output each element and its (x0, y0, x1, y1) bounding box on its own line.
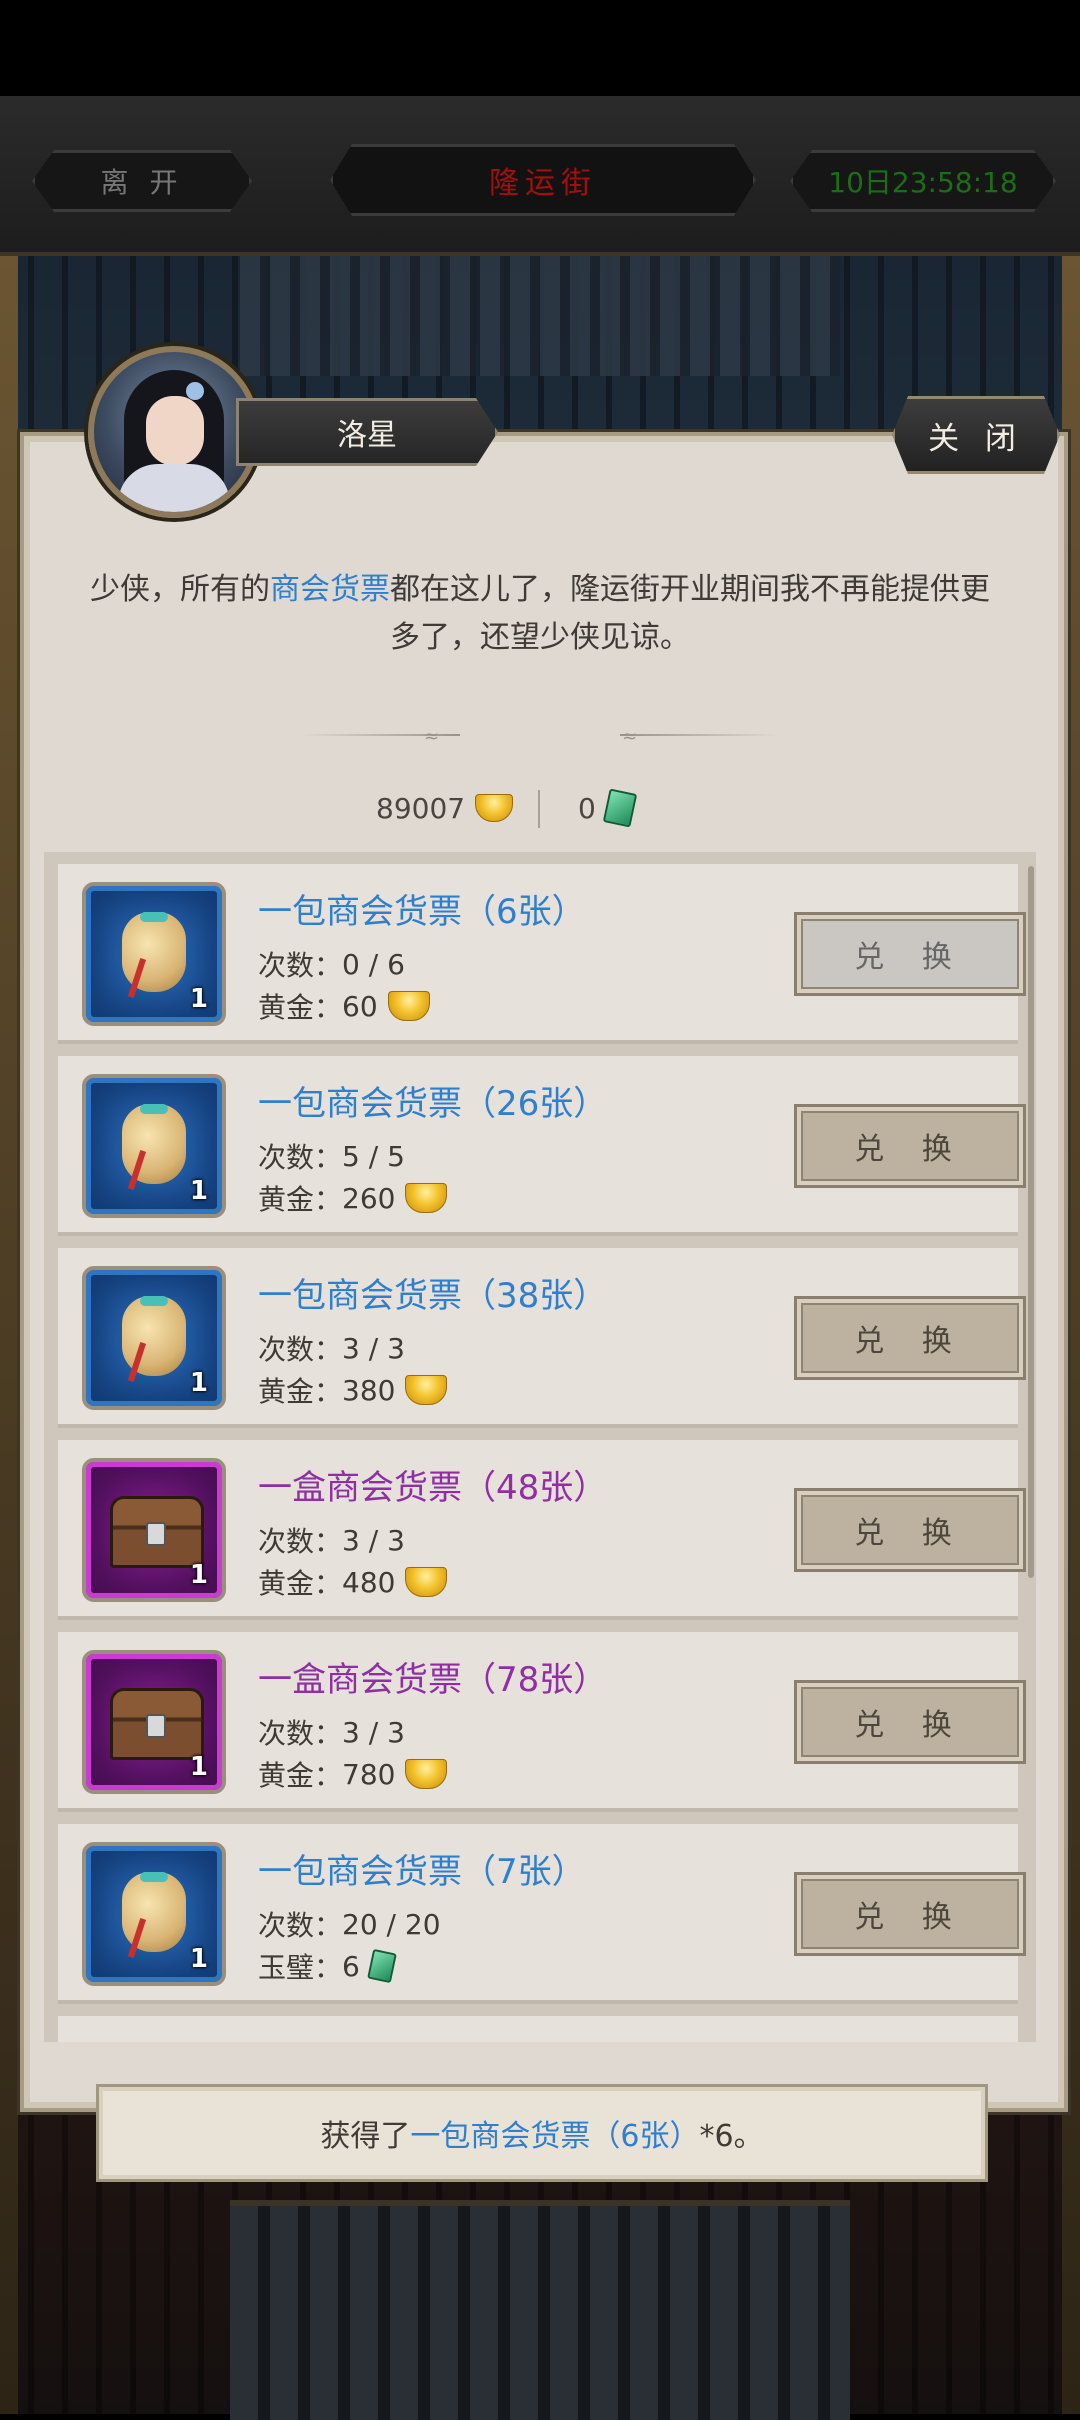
jade-balance: 0 (578, 786, 638, 830)
palace-door (230, 2200, 850, 2420)
currency-separator (538, 790, 540, 828)
item-quantity: 1 (189, 984, 208, 1014)
list-item: 1 一包商会货票（38张） 次数： 3 / 3 黄金： 380 兑 换 (58, 1248, 1026, 1428)
gold-ingot-icon (387, 991, 430, 1021)
item-cost: 黄金： 260 (258, 1178, 448, 1218)
list-item: 1 一包商会货票（26张） 次数： 5 / 5 黄金： 260 兑 换 (58, 1056, 1026, 1236)
gold-ingot-icon (475, 794, 514, 822)
exchange-button[interactable]: 兑 换 (794, 1680, 1026, 1764)
leave-button[interactable]: 离 开 (32, 150, 252, 212)
exchange-button[interactable]: 兑 换 (794, 912, 1026, 996)
close-button[interactable]: 关 闭 (892, 396, 1060, 474)
money-bag-icon (122, 1296, 186, 1376)
divider-swirl-right: ≈ (622, 726, 638, 747)
item-cost: 黄金： 780 (258, 1754, 448, 1794)
item-count: 次数： 3 / 3 (258, 1523, 405, 1559)
list-scrollbar[interactable] (1028, 866, 1034, 1578)
location-title: 隆运街 (330, 144, 756, 216)
item-title: 一盒商会货票（48张） (258, 1468, 608, 1508)
divider-right (620, 734, 780, 736)
item-cost: 玉璧： 6 (258, 1946, 397, 1986)
item-quantity: 1 (189, 1752, 208, 1782)
item-quantity: 1 (189, 1560, 208, 1590)
money-bag-icon (122, 1872, 186, 1952)
gold-ingot-icon (405, 1759, 448, 1789)
item-icon-frame[interactable]: 1 (82, 882, 226, 1026)
list-item: 1 一包商会货票（6张） 次数： 0 / 6 黄金： 60 兑 换 (58, 864, 1026, 1044)
jade-icon (602, 788, 638, 828)
item-count: 次数： 3 / 3 (258, 1331, 405, 1367)
palace-roof (240, 256, 840, 376)
item-icon-frame[interactable]: 1 (82, 1074, 226, 1218)
item-quantity: 1 (189, 1368, 208, 1398)
item-icon-frame[interactable]: 1 (82, 1650, 226, 1794)
item-title: 一包商会货票（6张） (258, 892, 586, 932)
npc-avatar (88, 346, 260, 518)
item-icon-frame[interactable]: 1 (82, 1266, 226, 1410)
list-item: 1 一包商会货票（7张） 次数： 20 / 20 玉璧： 6 兑 换 (58, 1824, 1026, 2004)
currency-highlight: 商会货票 (270, 572, 390, 607)
toast-item-name: 一包商会货票（6张） (410, 2119, 700, 2154)
item-quantity: 1 (189, 1176, 208, 1206)
exchange-button[interactable]: 兑 换 (794, 1296, 1026, 1380)
jade-icon (366, 1948, 397, 1984)
event-timer: 10日23:58:18 (790, 150, 1056, 212)
npc-name: 洛星 (236, 398, 498, 466)
left-pillar (0, 256, 18, 2414)
item-count: 次数： 5 / 5 (258, 1139, 405, 1175)
gold-ingot-icon (405, 1567, 448, 1597)
item-icon-frame[interactable]: 1 (82, 1458, 226, 1602)
item-cost: 黄金： 60 (258, 986, 430, 1026)
exchange-button[interactable]: 兑 换 (794, 1104, 1026, 1188)
exchange-list[interactable]: 1 一包商会货票（6张） 次数： 0 / 6 黄金： 60 兑 换 1 一包商会货票… (44, 852, 1036, 2042)
list-item: 1 一盒商会货票（78张） 次数： 3 / 3 黄金： 780 兑 换 (58, 1632, 1026, 1812)
item-title: 一盒商会货票（78张） (258, 1660, 608, 1700)
item-cost: 黄金： 480 (258, 1562, 448, 1602)
money-bag-icon (122, 1104, 186, 1184)
exchange-button[interactable]: 兑 换 (794, 1872, 1026, 1956)
divider-swirl-left: ≈ (424, 726, 440, 747)
money-bag-icon (122, 912, 186, 992)
item-count: 次数： 0 / 6 (258, 947, 405, 983)
npc-dialog-text: 少侠，所有的商会货票都在这儿了，隆运街开业期间我不再能提供更多了，还望少侠见谅。 (90, 572, 990, 655)
gold-ingot-icon (405, 1183, 448, 1213)
status-bar (0, 0, 1080, 96)
exchange-button[interactable]: 兑 换 (794, 1488, 1026, 1572)
gold-ingot-icon (405, 1375, 448, 1405)
item-title: 一包商会货票（38张） (258, 1276, 608, 1316)
item-count: 次数： 20 / 20 (258, 1907, 441, 1943)
item-quantity: 1 (189, 1944, 208, 1974)
item-count: 次数： 3 / 3 (258, 1715, 405, 1751)
list-item: 1 一盒商会货票（48张） 次数： 3 / 3 黄金： 480 兑 换 (58, 1440, 1026, 1620)
list-item-partial (58, 2016, 1018, 2042)
item-cost: 黄金： 380 (258, 1370, 448, 1410)
gold-balance: 89007 (376, 786, 514, 830)
item-title: 一包商会货票（7张） (258, 1852, 586, 1892)
item-icon-frame[interactable]: 1 (82, 1842, 226, 1986)
item-title: 一包商会货票（26张） (258, 1084, 608, 1124)
reward-toast: 获得了 一包商会货票（6张） *6。 (96, 2084, 988, 2182)
